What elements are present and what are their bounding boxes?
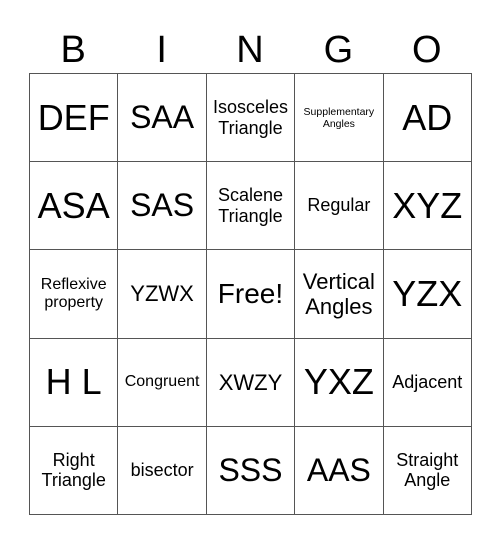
bingo-header: B I N G O bbox=[29, 28, 471, 73]
header-letter-g: G bbox=[323, 29, 354, 71]
bingo-cell[interactable]: Congruent bbox=[117, 337, 207, 427]
grid-row: H L Congruent XWZY YXZ Adjacent bbox=[28, 337, 472, 427]
bingo-cell[interactable]: Scalene Triangle bbox=[205, 161, 296, 251]
bingo-cell[interactable]: DEF bbox=[28, 72, 119, 163]
header-letter-b: B bbox=[60, 29, 86, 71]
bingo-cell[interactable]: Straight Angle bbox=[382, 425, 472, 515]
bingo-cell[interactable]: SSS bbox=[205, 425, 296, 515]
header-letter-o: O bbox=[412, 29, 442, 71]
bingo-cell[interactable]: SAS bbox=[117, 161, 207, 251]
bingo-cell[interactable]: Adjacent bbox=[382, 337, 472, 427]
bingo-cell[interactable]: Right Triangle bbox=[28, 425, 119, 515]
header-letter-n: N bbox=[236, 29, 264, 71]
grid-row: ASA SAS Scalene Triangle Regular XYZ bbox=[28, 161, 472, 251]
free-space-cell[interactable]: Free! bbox=[205, 249, 296, 339]
bingo-cell[interactable]: bisector bbox=[117, 425, 207, 515]
bingo-cell[interactable]: YXZ bbox=[294, 337, 384, 427]
bingo-cell[interactable]: ASA bbox=[28, 161, 119, 251]
grid-row: Reflexive property YZWX Free! Vertical Angl… bbox=[28, 249, 472, 339]
bingo-cell[interactable]: AAS bbox=[294, 425, 384, 515]
grid-row: DEF SAA Isosceles Triangle Supplementary An… bbox=[28, 72, 472, 163]
grid-row: Right Triangle bisector SSS AAS Straight Ang… bbox=[28, 425, 472, 515]
bingo-grid: DEF SAA Isosceles Triangle Supplementary An… bbox=[28, 72, 472, 515]
bingo-cell[interactable]: H L bbox=[28, 337, 119, 427]
bingo-cell[interactable]: XYZ bbox=[382, 161, 472, 251]
bingo-cell[interactable]: AD bbox=[382, 72, 472, 163]
bingo-cell[interactable]: Supplementary Angles bbox=[294, 72, 384, 163]
header-letter-i: I bbox=[156, 29, 167, 71]
bingo-cell[interactable]: YZWX bbox=[117, 249, 207, 339]
bingo-cell[interactable]: Regular bbox=[294, 161, 384, 251]
bingo-cell[interactable]: Vertical Angles bbox=[294, 249, 384, 339]
bingo-cell[interactable]: YZX bbox=[382, 249, 472, 339]
bingo-cell[interactable]: Isosceles Triangle bbox=[205, 72, 296, 163]
bingo-cell[interactable]: XWZY bbox=[205, 337, 296, 427]
bingo-cell[interactable]: SAA bbox=[117, 72, 207, 163]
bingo-cell[interactable]: Reflexive property bbox=[28, 249, 119, 339]
